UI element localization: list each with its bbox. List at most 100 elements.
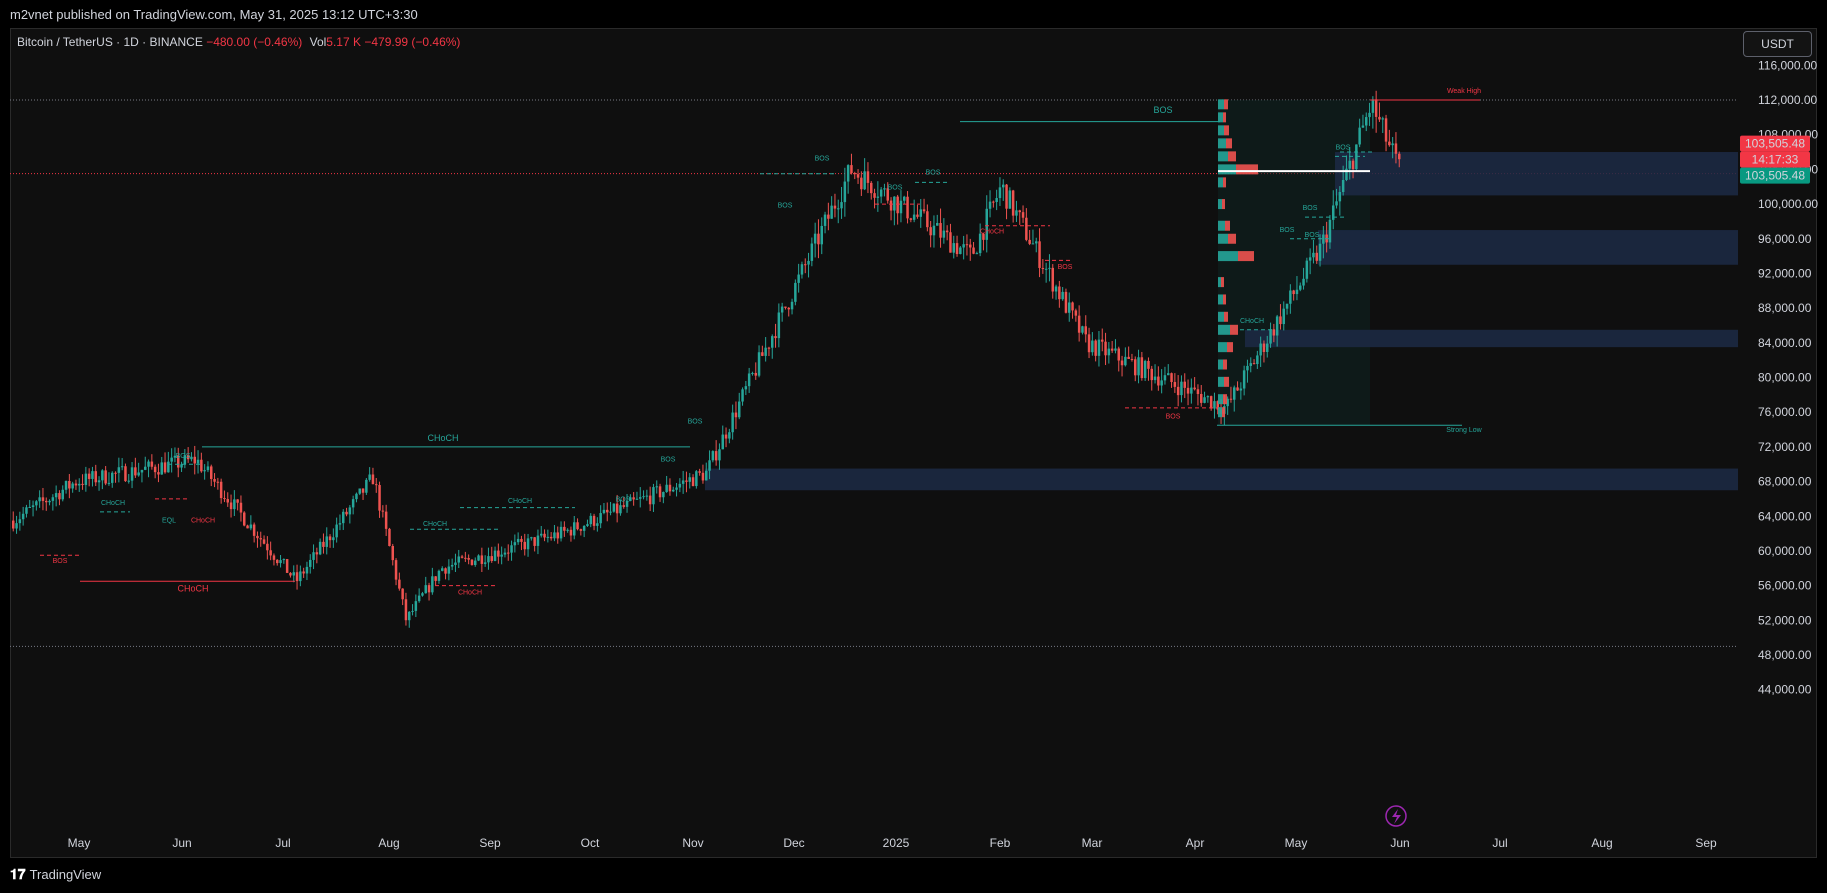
candle-body — [1183, 381, 1186, 388]
x-tick-label: Jul — [275, 836, 290, 850]
volume-profile-bar — [1218, 251, 1238, 262]
candle-body — [516, 538, 520, 543]
candle-body — [87, 473, 91, 479]
candle-body — [41, 497, 45, 501]
candle-body — [375, 484, 378, 486]
candle-body — [328, 536, 332, 541]
x-tick-label: Aug — [378, 836, 399, 850]
volume-profile-bar — [1228, 151, 1236, 162]
candle-body — [1061, 291, 1064, 300]
candle-body — [823, 214, 827, 226]
volume-label: Vol — [309, 35, 327, 49]
candle-body — [127, 480, 130, 482]
volume-profile-bar — [1224, 376, 1229, 387]
candle-body — [355, 493, 358, 500]
y-tick-label: 76,000.00 — [1758, 405, 1812, 419]
y-tick-label: 48,000.00 — [1758, 648, 1812, 662]
candle-body — [840, 202, 843, 209]
candle-body — [556, 532, 559, 539]
volume-profile-bar — [1224, 99, 1228, 110]
currency-button[interactable]: USDT — [1743, 31, 1812, 57]
candle-body — [780, 306, 784, 313]
candle-body — [837, 208, 840, 210]
y-tick-label: 56,000.00 — [1758, 579, 1812, 593]
candle-body — [622, 505, 625, 507]
volume-profile-bar — [1221, 277, 1224, 288]
candle-body — [932, 225, 936, 236]
volume-profile-bar — [1238, 251, 1254, 262]
candle-body — [507, 552, 510, 554]
candle-body — [130, 467, 134, 481]
candle-body — [1242, 370, 1246, 389]
candle-body — [1269, 329, 1272, 344]
candle-body — [421, 593, 424, 596]
candle-body — [566, 529, 569, 531]
candle-body — [338, 523, 342, 525]
candle-body — [1295, 289, 1299, 295]
candle-body — [1120, 360, 1124, 366]
candle-body — [414, 601, 418, 611]
candle-body — [74, 483, 78, 486]
footer-brand[interactable]: 𝟏𝟕 TradingView — [10, 866, 101, 883]
volume-profile-bar — [1218, 394, 1223, 405]
candle-body — [1068, 302, 1071, 313]
candle-body — [305, 566, 309, 574]
candle-body — [1236, 387, 1239, 391]
candle-body — [1394, 143, 1398, 154]
chart-canvas[interactable]: 116,000.00112,000.00108,000.00104,000.00… — [0, 0, 1827, 893]
candle-body — [1289, 290, 1292, 304]
candle-body — [503, 552, 507, 555]
choch-label: CHoCH — [191, 517, 215, 524]
candle-body — [794, 282, 797, 302]
y-tick-label: 60,000.00 — [1758, 544, 1812, 558]
candle-body — [219, 481, 223, 499]
candle-body — [685, 480, 688, 482]
candle-body — [401, 588, 404, 600]
candle-body — [497, 550, 500, 557]
candle-body — [1378, 116, 1381, 120]
candle-body — [180, 464, 183, 468]
x-tick-label: Jun — [1390, 836, 1409, 850]
candle-body — [480, 555, 484, 564]
candle-body — [318, 541, 322, 555]
candle-body — [945, 230, 949, 233]
candle-body — [582, 525, 586, 531]
candle-body — [790, 301, 794, 310]
x-tick-label: Feb — [990, 836, 1011, 850]
candle-body — [444, 568, 447, 574]
candle-body — [411, 610, 414, 612]
volume-profile-bar — [1223, 359, 1227, 370]
candle-body — [94, 471, 97, 483]
candle-body — [1097, 339, 1101, 356]
choch-label: CHoCH — [427, 433, 458, 443]
volume-profile-bar — [1227, 342, 1233, 353]
symbol-title[interactable]: Bitcoin / TetherUS · 1D · BINANCE — [17, 35, 203, 49]
candle-body — [1193, 387, 1196, 390]
candle-body — [721, 434, 724, 450]
candle-body — [764, 347, 767, 356]
candle-body — [325, 536, 328, 547]
candle-body — [833, 205, 837, 209]
candle-body — [111, 472, 114, 483]
candle-body — [751, 372, 754, 374]
y-tick-label: 52,000.00 — [1758, 613, 1812, 627]
candle-body — [975, 253, 979, 255]
volume-profile-bar — [1230, 324, 1238, 335]
candle-body — [1186, 387, 1190, 394]
order-block-zone — [1318, 230, 1738, 265]
candle-body — [873, 193, 876, 198]
volume-profile-bar — [1224, 311, 1228, 322]
volume-profile-bar — [1218, 138, 1226, 149]
candle-body — [404, 599, 408, 621]
candle-body — [546, 536, 550, 538]
candle-body — [688, 477, 691, 482]
candle-body — [919, 209, 922, 217]
candle-body — [1282, 308, 1285, 325]
candle-body — [691, 477, 695, 487]
y-tick-label: 88,000.00 — [1758, 301, 1812, 315]
candle-body — [1305, 260, 1309, 279]
candle-body — [724, 434, 728, 439]
candle-body — [513, 542, 517, 546]
candle-body — [889, 200, 893, 211]
bos-label: BOS — [1305, 232, 1320, 239]
